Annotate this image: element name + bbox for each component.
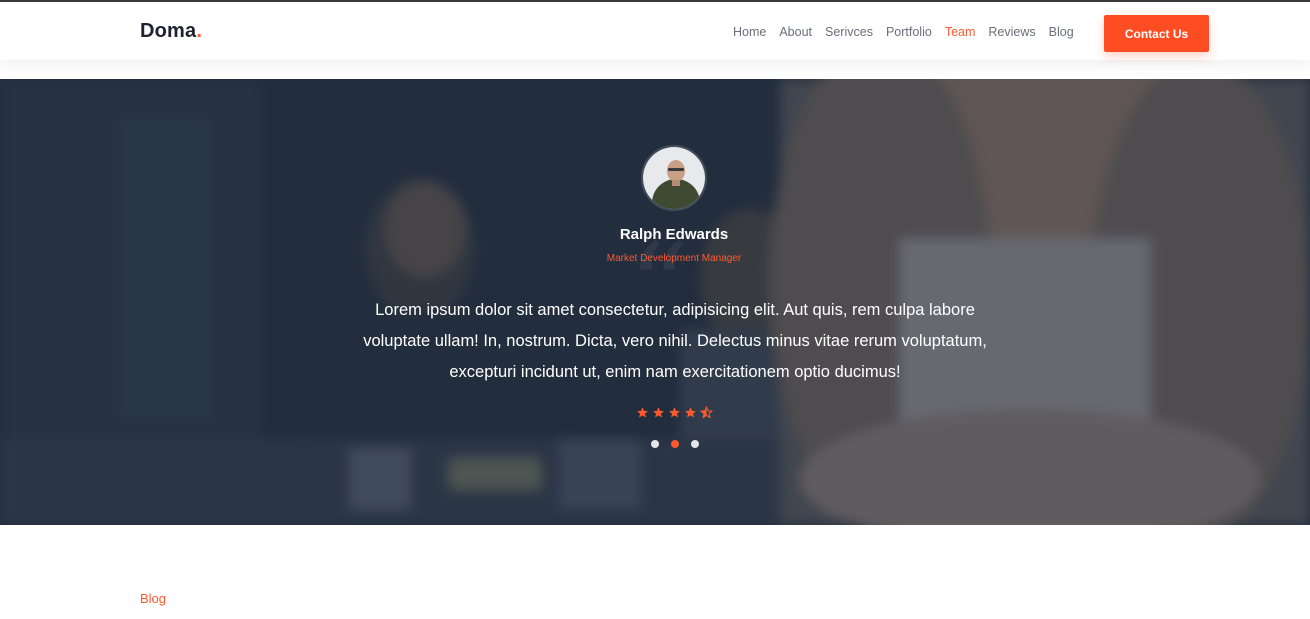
person-photo [643,147,705,209]
testimonial-content: “ Ralph Edwards Market Development Manag… [0,79,1310,525]
slide-dot-1[interactable] [651,440,659,448]
site-header: Doma. Home About Serivces Portfolio Team… [0,0,1310,60]
reviewer-name: Ralph Edwards [619,226,729,243]
logo-dot: . [196,20,203,42]
logo-text: Doma [140,20,197,42]
star-half-icon [700,406,713,419]
star-rating [636,406,713,419]
nav-item-about[interactable]: About [779,25,812,39]
testimonial-quote: Lorem ipsum dolor sit amet consectetur, … [363,301,987,381]
star-full-icon [637,407,648,418]
slider-pagination [651,440,699,448]
reviewer-role: Market Development Manager [606,253,742,264]
nav-item-services[interactable]: Serivces [825,25,873,39]
slide-dot-2[interactable] [671,440,679,448]
slide-dot-3[interactable] [691,440,699,448]
logo[interactable]: Doma. [140,20,202,43]
nav-item-reviews[interactable]: Reviews [988,25,1035,39]
star-full-icon [685,407,696,418]
contact-us-button[interactable]: Contact Us [1104,15,1209,52]
nav-item-team[interactable]: Team [945,25,976,39]
nav-item-portfolio[interactable]: Portfolio [886,25,932,39]
main-nav: Home About Serivces Portfolio Team Revie… [733,25,1087,39]
nav-item-home[interactable]: Home [733,25,766,39]
avatar [641,145,707,211]
testimonial-section: “ Ralph Edwards Market Development Manag… [0,79,1310,525]
nav-item-blog[interactable]: Blog [1049,25,1074,39]
blog-section-label: Blog [140,591,167,606]
star-full-icon [653,407,664,418]
star-full-icon [669,407,680,418]
